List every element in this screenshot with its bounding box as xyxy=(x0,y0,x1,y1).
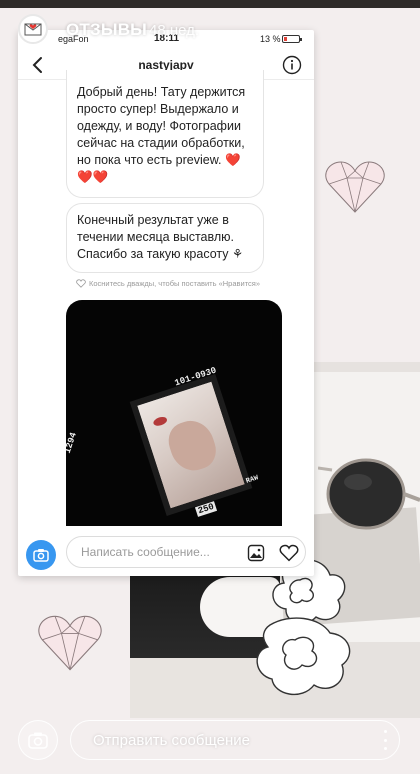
story-camera-button[interactable] xyxy=(18,720,58,760)
story-time: 48 нед. xyxy=(149,22,200,39)
message-photo[interactable]: 101-0930 1294 250 RAW xyxy=(66,300,282,526)
sunglasses-decoration xyxy=(318,458,420,530)
flower-sticker xyxy=(256,559,351,696)
heart-outline-icon xyxy=(76,279,86,288)
double-tap-hint: Коснитесь дважды, чтобы поставить «Нрави… xyxy=(76,279,260,288)
camera-button[interactable] xyxy=(26,540,56,570)
message-emoji: ⚘ xyxy=(232,247,244,261)
decorative-heart-icon xyxy=(38,615,102,671)
message-input[interactable]: Написать сообщение... xyxy=(81,545,210,559)
battery-icon xyxy=(282,35,302,43)
message-bubble: Конечный результат уже в течении месяца … xyxy=(66,203,264,273)
camera-icon xyxy=(28,732,48,749)
gallery-icon[interactable] xyxy=(247,544,265,562)
message-bubble: Добрый день! Тату держится просто супер!… xyxy=(66,70,264,198)
story-top-strip xyxy=(0,0,420,8)
message-text: Конечный результат уже в течении месяца … xyxy=(77,213,234,261)
info-icon[interactable] xyxy=(282,55,302,75)
story-title: ОТЗЫВЫ xyxy=(66,20,148,39)
heart-outline-icon[interactable] xyxy=(279,544,299,562)
camera-icon xyxy=(33,549,49,562)
story-reply-input[interactable]: Отправить сообщение xyxy=(70,720,400,760)
film-frame xyxy=(129,374,253,516)
decorative-heart-icon xyxy=(325,161,385,213)
double-tap-hint-text: Коснитесь дважды, чтобы поставить «Нрави… xyxy=(89,279,261,288)
more-vertical-icon[interactable] xyxy=(382,730,388,750)
chat-screenshot: egaFon 18:11 13 % nastyjapv Добрый день!… xyxy=(18,30,314,576)
message-text: Добрый день! Тату держится просто супер!… xyxy=(77,85,246,167)
envelope-heart-icon xyxy=(24,23,42,36)
film-code: 1294 xyxy=(66,431,79,455)
story-avatar[interactable] xyxy=(18,14,48,44)
battery-percent: 13 % xyxy=(260,34,281,44)
message-composer[interactable]: Написать сообщение... xyxy=(66,536,306,568)
